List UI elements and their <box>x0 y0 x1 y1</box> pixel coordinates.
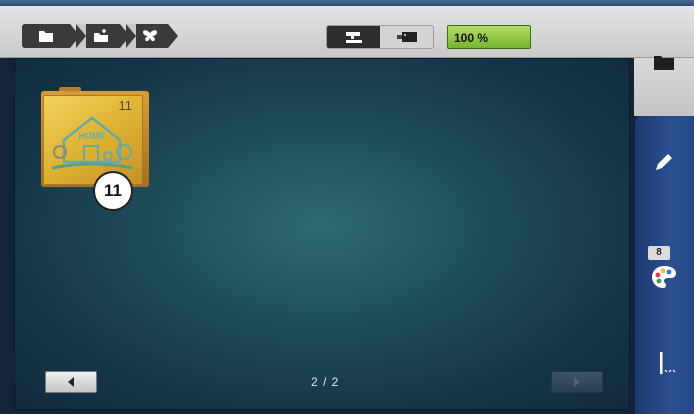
edit-button[interactable] <box>634 150 694 174</box>
color-count-badge: 8 <box>648 246 670 260</box>
folder-count-badge: 11 <box>93 171 133 211</box>
pencil-icon <box>656 154 672 170</box>
sewing-machine-icon <box>345 32 362 43</box>
next-page-button[interactable] <box>551 371 603 393</box>
home-design-thumbnail: HOME <box>51 116 133 170</box>
breadcrumb-new-folder[interactable] <box>76 24 130 48</box>
folder-front: 11 HOME <box>43 95 143 185</box>
needle-button[interactable] <box>634 350 694 378</box>
arrow-left-icon <box>68 377 74 387</box>
folder-icon[interactable] <box>652 52 676 72</box>
breadcrumb <box>22 24 178 48</box>
folder-add-icon <box>94 29 108 42</box>
previous-page-button[interactable] <box>45 371 97 393</box>
page-indicator: 2 / 2 <box>311 375 340 389</box>
folder-icon <box>39 31 53 42</box>
embroidery-module-icon <box>396 32 417 42</box>
needle-icon <box>660 352 676 374</box>
thumbnail-label: HOME <box>79 131 106 141</box>
breadcrumb-folder[interactable] <box>22 24 80 48</box>
breadcrumb-design[interactable] <box>126 24 178 48</box>
color-button[interactable] <box>634 264 694 290</box>
zoom-indicator[interactable]: 100 % <box>447 25 531 49</box>
view-mode-toggle <box>326 25 434 49</box>
folder-item[interactable]: 11 HOME 11 <box>41 87 149 211</box>
arrow-right-icon <box>574 377 580 387</box>
butterfly-icon <box>143 30 157 42</box>
color-palette-icon <box>652 266 676 288</box>
embroidery-mode-button[interactable] <box>380 26 433 48</box>
file-browser-panel: 11 HOME 11 2 / 2 <box>14 58 630 410</box>
sewing-mode-button[interactable] <box>327 26 380 48</box>
top-toolbar: 100 % <box>0 0 694 58</box>
